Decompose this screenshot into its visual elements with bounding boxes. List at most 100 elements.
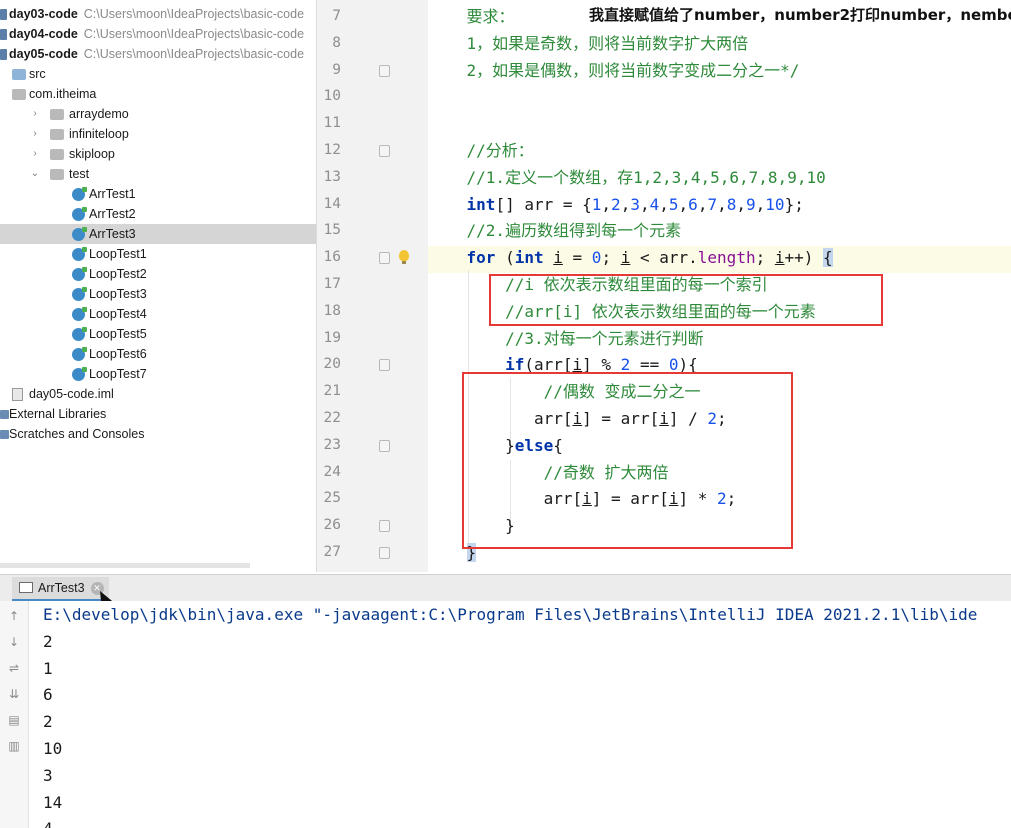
code-line: 要求： xyxy=(428,3,515,30)
annotation-box-if-else xyxy=(462,372,793,549)
code-token: //1.定义一个数组，存1,2,3,4,5,6,7,8,9,10 xyxy=(428,167,826,187)
tree-item-arrtest1[interactable]: ArrTest1 xyxy=(0,184,316,204)
tree-item-src[interactable]: src xyxy=(0,64,316,84)
print-icon[interactable]: ▤ xyxy=(7,713,21,727)
tree-item-looptest4[interactable]: LoopTest4 xyxy=(0,304,316,324)
tree-item-label: Scratches and Consoles xyxy=(9,427,145,441)
up-arrow-icon[interactable]: ↑ xyxy=(7,609,21,623)
tree-item-skiploop[interactable]: › skiploop xyxy=(0,144,316,164)
iml-file-icon xyxy=(12,388,23,401)
line-number: 17 xyxy=(323,276,341,292)
tree-item-label: skiploop xyxy=(69,147,115,161)
tree-item-label: day03-code xyxy=(9,7,78,21)
console-icon xyxy=(19,582,33,593)
tree-item-label: LoopTest5 xyxy=(89,327,147,341)
tree-item-label: External Libraries xyxy=(9,407,107,421)
fold-marker-icon[interactable] xyxy=(379,520,390,533)
soft-wrap-icon[interactable]: ⇌ xyxy=(7,661,21,675)
module-icon xyxy=(0,29,7,40)
line-number: 13 xyxy=(323,168,341,185)
tree-item-day05-code-iml[interactable]: day05-code.iml xyxy=(0,384,316,404)
fold-marker-icon[interactable] xyxy=(379,252,390,265)
tree-item-label: com.itheima xyxy=(29,87,97,101)
console-output-line: 4 xyxy=(43,815,53,828)
tree-item-day03-code[interactable]: day03-code C:\Users\moon\IdeaProjects\bas… xyxy=(0,4,316,24)
tree-item-label: ArrTest1 xyxy=(89,187,136,201)
library-icon xyxy=(0,410,9,419)
java-class-icon xyxy=(72,207,87,221)
chevron-right-icon[interactable]: › xyxy=(30,104,40,124)
code-line: //3.对每一个元素进行判断 xyxy=(428,325,704,352)
fold-marker-icon[interactable] xyxy=(379,439,390,452)
code-token: //2.遍历数组得到每一个元素 xyxy=(428,221,682,241)
fold-marker-icon[interactable] xyxy=(379,145,390,157)
tree-item-looptest6[interactable]: LoopTest6 xyxy=(0,344,316,364)
line-number: 15 xyxy=(323,222,341,239)
fold-marker-icon[interactable] xyxy=(379,64,390,77)
java-class-icon xyxy=(72,307,87,321)
tree-item-label: LoopTest7 xyxy=(89,367,147,381)
code-token: //分析： xyxy=(428,141,534,160)
run-side-toolbar: ↑ ↓ ⇌ ⇊ ▤ ▥ xyxy=(0,601,29,828)
source-folder-icon xyxy=(12,69,26,80)
tree-item-com-itheima[interactable]: ⌄com.itheima xyxy=(0,84,316,104)
code-token: 0 xyxy=(591,248,602,268)
console-output[interactable]: E:\develop\jdk\bin\java.exe "-javaagent:… xyxy=(29,601,1011,828)
tree-item-arrtest3[interactable]: ArrTest3 xyxy=(0,224,316,244)
console-output-line: 10 xyxy=(43,739,63,758)
java-class-icon xyxy=(72,247,87,261)
run-tab-arrtest3[interactable]: ArrTest3 ✕ xyxy=(12,577,109,602)
tree-item-test[interactable]: ⌄ test xyxy=(0,164,316,184)
package-icon xyxy=(12,89,26,100)
code-token: , xyxy=(620,194,631,214)
trash-icon[interactable]: ▥ xyxy=(7,739,21,753)
code-token: int xyxy=(466,194,496,214)
tree-item-arraydemo[interactable]: › arraydemo xyxy=(0,104,316,124)
line-number: 14 xyxy=(323,195,341,212)
console-output-line: 3 xyxy=(43,765,53,785)
down-arrow-icon[interactable]: ↓ xyxy=(7,635,21,649)
code-token: 8 xyxy=(726,194,737,214)
console-output-line: 2 xyxy=(43,631,53,651)
tree-item-day05-code[interactable]: day05-code C:\Users\moon\IdeaProjects\bas… xyxy=(0,44,316,64)
code-token: 要求： xyxy=(428,7,515,26)
code-token: for xyxy=(466,248,496,268)
line-number: 8 xyxy=(332,34,341,51)
tree-item-scratches-and-consoles[interactable]: Scratches and Consoles xyxy=(0,424,316,444)
tree-item-day04-code[interactable]: day04-code C:\Users\moon\IdeaProjects\bas… xyxy=(0,24,316,44)
lightbulb-icon[interactable] xyxy=(399,250,409,264)
code-token: 7 xyxy=(707,194,718,214)
tree-item-infiniteloop[interactable]: › infiniteloop xyxy=(0,124,316,144)
code-token: , xyxy=(639,194,650,214)
console-output-line: 6 xyxy=(43,685,53,705)
tree-item-external-libraries[interactable]: External Libraries xyxy=(0,404,316,424)
tree-item-looptest1[interactable]: LoopTest1 xyxy=(0,244,316,264)
project-tree: day03-code C:\Users\moon\IdeaProjects\bas… xyxy=(0,0,316,572)
tree-item-arrtest2[interactable]: ArrTest2 xyxy=(0,204,316,224)
tree-item-label: ArrTest3 xyxy=(89,227,136,241)
chevron-down-icon[interactable]: ⌄ xyxy=(30,164,40,184)
module-icon xyxy=(0,9,7,20)
horizontal-scrollbar[interactable] xyxy=(0,563,250,568)
line-number: 27 xyxy=(323,544,341,560)
tree-item-label: LoopTest1 xyxy=(89,247,147,261)
fold-marker-icon[interactable] xyxy=(379,359,390,372)
code-token: 3 xyxy=(630,194,640,214)
tree-item-looptest3[interactable]: LoopTest3 xyxy=(0,284,316,304)
tree-item-looptest5[interactable]: LoopTest5 xyxy=(0,324,316,344)
code-line: for (int i = 0; i < arr.length; i++) { xyxy=(428,244,833,271)
chevron-right-icon[interactable]: › xyxy=(30,144,40,164)
code-token: , xyxy=(678,194,689,214)
line-number: 11 xyxy=(323,115,341,132)
fold-marker-icon[interactable] xyxy=(379,547,390,559)
code-line: //分析： xyxy=(428,137,534,164)
code-token: i xyxy=(553,248,563,268)
tree-item-looptest2[interactable]: LoopTest2 xyxy=(0,264,316,284)
line-number: 21 xyxy=(323,383,341,400)
tree-item-looptest7[interactable]: LoopTest7 xyxy=(0,364,316,384)
line-number: 24 xyxy=(323,463,341,480)
chevron-right-icon[interactable]: › xyxy=(30,124,40,144)
run-tab-label: ArrTest3 xyxy=(38,581,85,595)
scroll-to-end-icon[interactable]: ⇊ xyxy=(7,687,21,701)
